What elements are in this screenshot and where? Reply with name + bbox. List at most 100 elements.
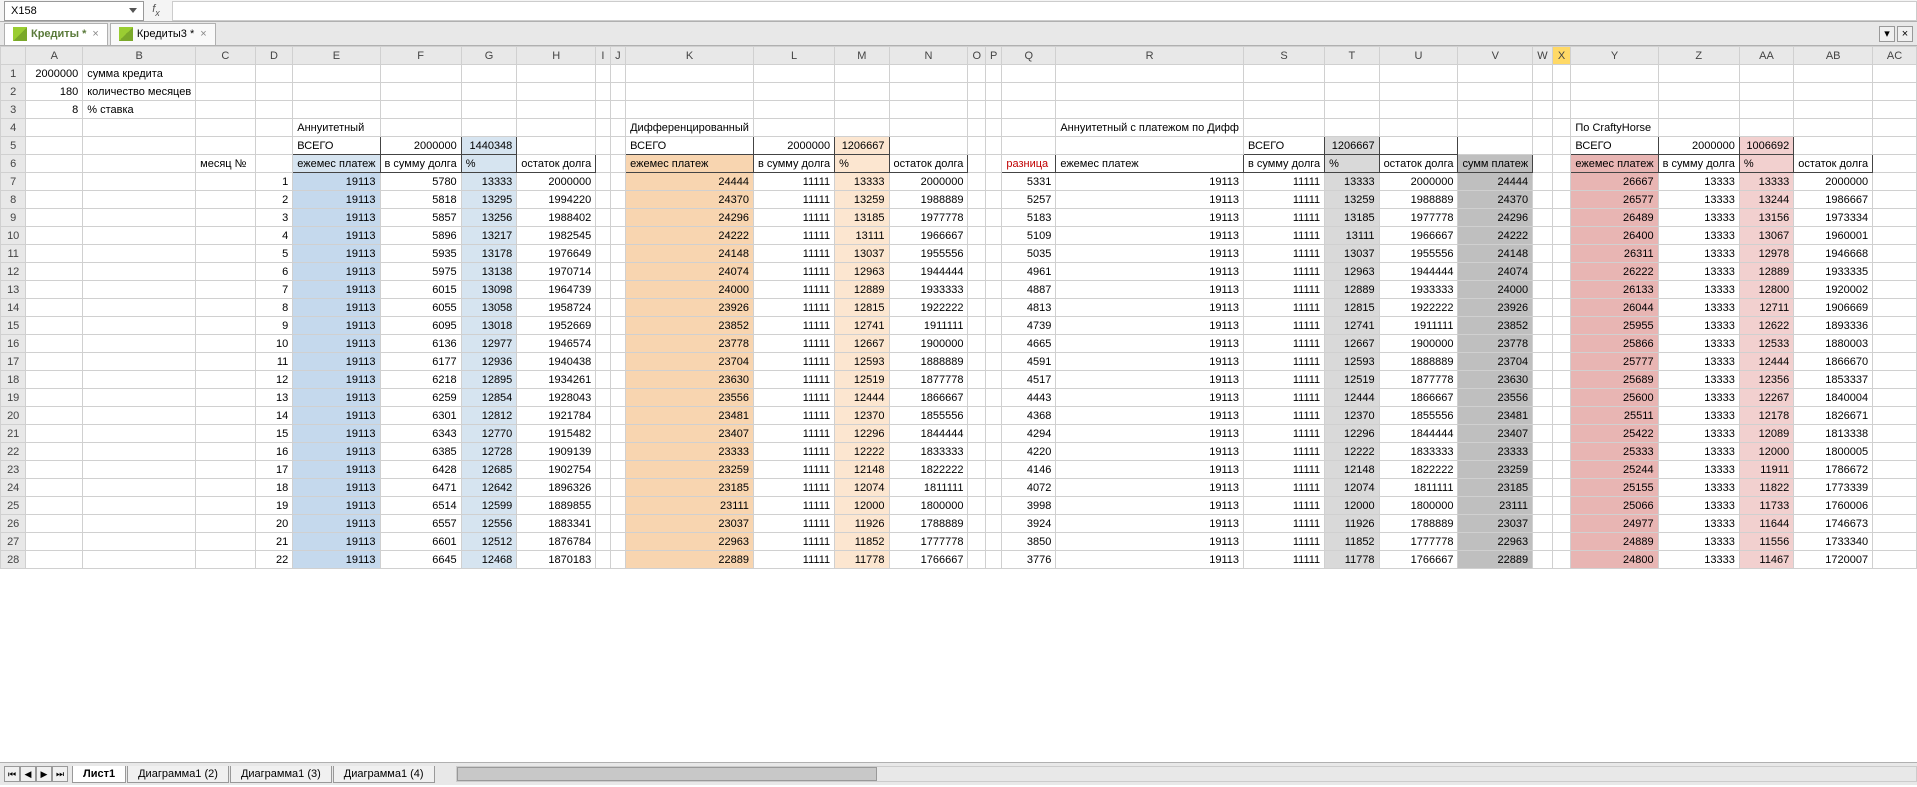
cell[interactable]: 11733 — [1739, 497, 1793, 515]
cell[interactable]: 12977 — [461, 335, 517, 353]
cell[interactable] — [196, 281, 255, 299]
cell[interactable] — [1002, 65, 1056, 83]
cell[interactable]: 26400 — [1571, 227, 1658, 245]
cell[interactable] — [1533, 281, 1553, 299]
cell[interactable] — [986, 335, 1002, 353]
cell[interactable]: 11111 — [1243, 353, 1324, 371]
cell[interactable] — [255, 83, 293, 101]
cell[interactable]: 11111 — [1243, 461, 1324, 479]
cell[interactable]: 13037 — [1325, 245, 1379, 263]
cell[interactable]: 25333 — [1571, 443, 1658, 461]
cell[interactable] — [1658, 119, 1739, 137]
cell[interactable] — [986, 101, 1002, 119]
cell[interactable]: 4665 — [1002, 335, 1056, 353]
cell[interactable] — [83, 407, 196, 425]
cell[interactable]: 12296 — [1325, 425, 1379, 443]
cell[interactable]: 12222 — [835, 443, 889, 461]
column-header[interactable]: L — [753, 47, 834, 65]
cell[interactable]: 19113 — [293, 551, 380, 569]
cell[interactable]: 12000 — [835, 497, 889, 515]
sheet-tab[interactable]: Диаграмма1 (4) — [333, 766, 435, 783]
cell[interactable] — [1739, 65, 1793, 83]
row-header[interactable]: 7 — [1, 173, 26, 191]
cell[interactable] — [196, 497, 255, 515]
cell[interactable]: 19113 — [1056, 389, 1244, 407]
cell[interactable] — [596, 479, 610, 497]
cell[interactable]: 4072 — [1002, 479, 1056, 497]
cell[interactable]: 23926 — [626, 299, 754, 317]
cell[interactable] — [1533, 65, 1553, 83]
cell[interactable]: 6218 — [380, 371, 461, 389]
cell[interactable] — [83, 515, 196, 533]
row-header[interactable]: 9 — [1, 209, 26, 227]
cell[interactable]: 23037 — [626, 515, 754, 533]
cell[interactable] — [255, 155, 293, 173]
cell[interactable] — [1533, 209, 1553, 227]
cell[interactable] — [83, 263, 196, 281]
cell[interactable]: 4 — [255, 227, 293, 245]
cell[interactable]: 11111 — [753, 389, 834, 407]
column-header[interactable]: B — [83, 47, 196, 65]
cell[interactable] — [1794, 137, 1873, 155]
cell[interactable] — [1325, 119, 1379, 137]
cell[interactable] — [968, 461, 986, 479]
cell[interactable]: 12815 — [835, 299, 889, 317]
cell[interactable] — [968, 263, 986, 281]
cell[interactable]: 1813338 — [1794, 425, 1873, 443]
cell[interactable]: 22963 — [1458, 533, 1533, 551]
cell[interactable]: 24977 — [1571, 515, 1658, 533]
cell[interactable]: 13333 — [1658, 173, 1739, 191]
cell[interactable] — [196, 407, 255, 425]
cell[interactable]: ежемес платеж — [1056, 155, 1244, 173]
cell[interactable]: 19113 — [293, 407, 380, 425]
cell[interactable]: 12963 — [1325, 263, 1379, 281]
cell[interactable] — [1533, 371, 1553, 389]
cell[interactable] — [461, 83, 517, 101]
cell[interactable]: 1833333 — [1379, 443, 1458, 461]
cell[interactable] — [1379, 65, 1458, 83]
cell[interactable]: 1889855 — [517, 497, 596, 515]
column-header[interactable]: Z — [1658, 47, 1739, 65]
cell[interactable] — [1533, 461, 1553, 479]
cell[interactable] — [610, 533, 625, 551]
cell[interactable]: 19113 — [293, 299, 380, 317]
cell[interactable] — [26, 245, 83, 263]
cell[interactable] — [196, 533, 255, 551]
cell[interactable] — [596, 425, 610, 443]
cell[interactable] — [596, 461, 610, 479]
cell[interactable] — [968, 83, 986, 101]
cell[interactable] — [1552, 497, 1571, 515]
cell[interactable] — [83, 191, 196, 209]
cell[interactable]: 6055 — [380, 299, 461, 317]
cell[interactable] — [1002, 137, 1056, 155]
cell[interactable]: 24889 — [1571, 533, 1658, 551]
cell[interactable] — [517, 137, 596, 155]
cell[interactable] — [596, 65, 610, 83]
cell[interactable] — [610, 65, 625, 83]
cell[interactable] — [1552, 245, 1571, 263]
cell[interactable] — [255, 137, 293, 155]
cell[interactable]: По CraftyHorse — [1571, 119, 1658, 137]
cell[interactable]: 24370 — [626, 191, 754, 209]
cell[interactable] — [596, 497, 610, 515]
cell[interactable] — [610, 281, 625, 299]
cell[interactable] — [1458, 65, 1533, 83]
cell[interactable]: ВСЕГО — [626, 137, 754, 155]
cell[interactable]: 1766667 — [889, 551, 968, 569]
cell[interactable]: 1760006 — [1794, 497, 1873, 515]
cell[interactable]: 1944444 — [889, 263, 968, 281]
cell[interactable] — [986, 281, 1002, 299]
cell[interactable] — [1794, 83, 1873, 101]
cell[interactable] — [1552, 335, 1571, 353]
cell[interactable] — [517, 65, 596, 83]
cell[interactable] — [968, 137, 986, 155]
row-header[interactable]: 17 — [1, 353, 26, 371]
cell[interactable] — [986, 353, 1002, 371]
cell[interactable] — [986, 407, 1002, 425]
row-header[interactable]: 6 — [1, 155, 26, 173]
cell[interactable]: 11111 — [1243, 551, 1324, 569]
cell[interactable]: 19 — [255, 497, 293, 515]
cell[interactable]: 12889 — [1739, 263, 1793, 281]
cell[interactable]: 24370 — [1458, 191, 1533, 209]
cell[interactable]: 19113 — [293, 245, 380, 263]
